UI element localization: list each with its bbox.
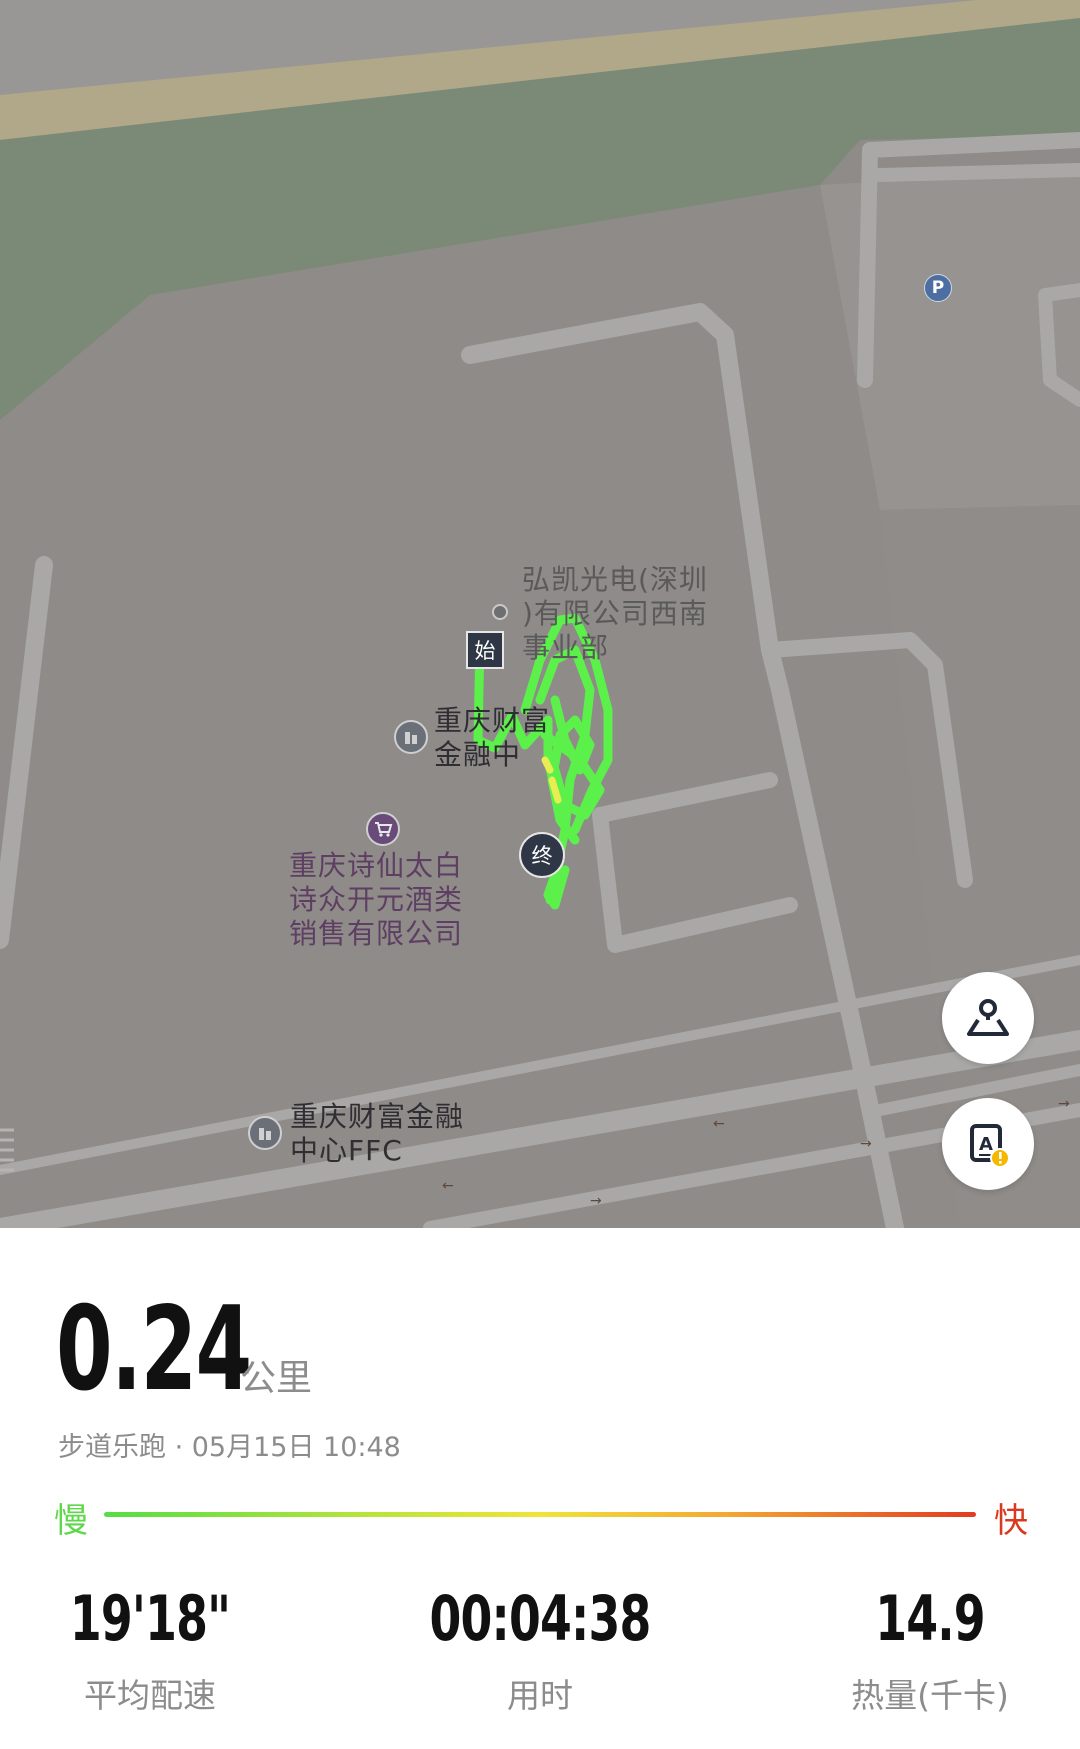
stat-calories: 14.9 热量(千卡) (780, 1582, 1080, 1717)
svg-text:→: → (860, 1136, 872, 1152)
location-person-icon (967, 999, 1009, 1036)
poi-liquor-company-label[interactable]: 重庆诗仙太白 诗众开元酒类 销售有限公司 (289, 849, 463, 951)
distance-unit: 公里 (240, 1358, 313, 1399)
svg-text:A: A (979, 1134, 993, 1155)
svg-text:←: ← (713, 1116, 725, 1132)
parking-icon: P (924, 274, 952, 302)
start-marker: 始 (466, 631, 504, 669)
start-marker-label: 始 (474, 639, 496, 663)
stat-avg-pace-value: 19'18" (69, 1582, 231, 1655)
building-icon (394, 720, 428, 754)
stat-avg-pace-label: 平均配速 (84, 1676, 216, 1715)
stat-duration-value: 00:04:38 (429, 1582, 652, 1655)
end-marker-label: 终 (531, 844, 553, 868)
svg-text:→: → (590, 1193, 602, 1209)
pace-fast-label: 快 (994, 1501, 1028, 1541)
location-person-button[interactable] (942, 972, 1034, 1064)
stat-calories-label: 热量(千卡) (851, 1676, 1009, 1715)
poi-ffc-label[interactable]: 重庆财富金融 中心FFC (290, 1100, 464, 1168)
stat-avg-pace: 19'18" 平均配速 (0, 1582, 300, 1717)
pace-gradient-bar (104, 1512, 976, 1517)
shopping-cart-icon (366, 812, 400, 846)
svg-text:←: ← (442, 1178, 454, 1194)
run-meta: 步道乐跑 · 05月15日 10:48 (58, 1432, 401, 1463)
svg-text:→: → (1058, 1096, 1070, 1112)
poi-finance-center-label[interactable]: 重庆财富 金融中 (434, 704, 550, 772)
route-map[interactable]: ← → → ← → P 弘凯光电(深圳)有限公司西南 事业部 重庆财富 金融中… (0, 0, 1080, 1228)
distance-value: 0.24 (56, 1282, 252, 1417)
stat-duration: 00:04:38 用时 (390, 1582, 690, 1717)
pace-slow-label: 慢 (54, 1501, 88, 1541)
building-icon (248, 1116, 282, 1150)
legend-alert-icon: A (970, 1124, 1010, 1168)
stat-duration-label: 用时 (507, 1676, 573, 1715)
stat-calories-value: 14.9 (875, 1582, 985, 1655)
poi-hongkai-label[interactable]: 弘凯光电(深圳 )有限公司西南 事业部 (522, 563, 708, 665)
end-marker: 终 (519, 832, 565, 878)
legend-button[interactable]: A (942, 1098, 1034, 1190)
